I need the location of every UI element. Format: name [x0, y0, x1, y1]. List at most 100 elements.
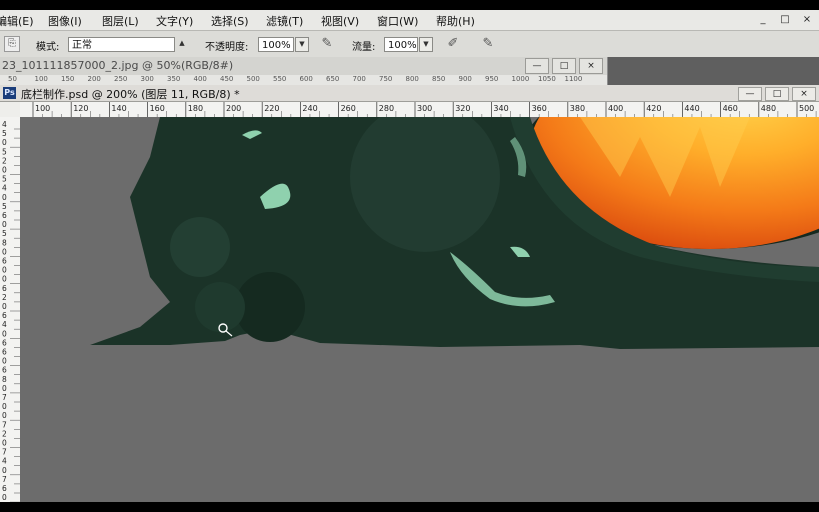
ruler-h-label: 320	[455, 104, 470, 113]
back-ruler-tick-label: 100	[34, 75, 48, 83]
ruler-v-label: 4	[2, 457, 7, 466]
ruler-v-label: 0	[2, 266, 7, 275]
ruler-v-label: 6	[2, 284, 7, 293]
ruler-v-label: 7	[2, 448, 7, 457]
ruler-origin-corner[interactable]	[0, 102, 21, 118]
app-minimize-button[interactable]: _	[755, 13, 771, 27]
letterbox-bottom	[0, 502, 819, 512]
tablet-pressure-opacity-icon[interactable]: ✎	[319, 36, 335, 52]
ruler-h-label: 260	[341, 104, 356, 113]
tablet-pressure-size-icon[interactable]: ✎	[480, 36, 496, 52]
flow-dropdown-button[interactable]: ▼	[419, 37, 433, 52]
menu-type[interactable]: 文字(Y)	[156, 13, 193, 29]
ruler-v-label: 6	[2, 211, 7, 220]
ruler-h-label: 280	[379, 104, 394, 113]
ruler-v-label: 0	[2, 166, 7, 175]
ruler-h-label: 380	[570, 104, 585, 113]
horizontal-ruler[interactable]: 100 120 140 160 180 200 220 240 260 280 300 320 340 3…	[20, 102, 819, 118]
ruler-v-label: 6	[2, 366, 7, 375]
airbrush-icon[interactable]: ✐	[445, 36, 461, 52]
back-ruler-tick-label: 950	[485, 75, 499, 83]
ruler-v-label: 0	[2, 138, 7, 147]
ruler-v-label: 0	[2, 384, 7, 393]
menu-image[interactable]: 图像(I)	[48, 13, 82, 29]
back-ruler-tick-label: 350	[167, 75, 181, 83]
ruler-h-label: 300	[417, 104, 432, 113]
menu-filter[interactable]: 滤镜(T)	[266, 13, 303, 29]
scroll-detail	[170, 217, 230, 277]
back-ruler-tick-label: 800	[405, 75, 419, 83]
ruler-h-label: 140	[111, 104, 126, 113]
mode-label: 模式:	[36, 42, 60, 53]
menu-help[interactable]: 帮助(H)	[436, 13, 475, 29]
ruler-h-label: 480	[761, 104, 776, 113]
back-ruler-tick-label: 850	[432, 75, 446, 83]
ruler-v-label: 0	[2, 466, 7, 475]
back-ruler-tick-label: 900	[458, 75, 472, 83]
mode-select[interactable]: 正常	[68, 37, 175, 52]
back-ruler-tick-label: 50	[8, 75, 17, 83]
back-ruler-tick-label: 600	[299, 75, 313, 83]
vertical-ruler[interactable]: 4505205405605806006206406606807007207407…	[0, 117, 21, 502]
back-document-ruler: 50 100 150 200 250 300 350 400 450 500 550 600 650 70…	[0, 75, 607, 85]
ruler-h-label: 500	[799, 104, 814, 113]
menu-edit[interactable]: 编辑(E)	[0, 13, 34, 29]
opacity-input[interactable]: 100%	[258, 37, 294, 52]
horizontal-ruler-ticks: 100 120 140 160 180 200 220 240 260 280 300 320 340 3…	[32, 102, 817, 117]
back-document-window: 23_101111857000_2.jpg @ 50%(RGB/8#) — □ × …	[0, 57, 608, 85]
menu-layer[interactable]: 图层(L)	[102, 13, 139, 29]
ruler-v-label: 8	[2, 238, 7, 247]
flow-label: 流量:	[352, 42, 376, 53]
ruler-v-label: 8	[2, 375, 7, 384]
ruler-v-label: 7	[2, 420, 7, 429]
ruler-v-label: 0	[2, 411, 7, 420]
photoshop-doc-icon: Ps	[3, 87, 16, 99]
menu-window[interactable]: 窗口(W)	[377, 13, 418, 29]
ruler-v-label: 7	[2, 475, 7, 484]
front-minimize-button[interactable]: —	[738, 87, 762, 101]
ruler-v-label: 5	[2, 229, 7, 238]
ruler-v-label: 0	[2, 193, 7, 202]
ruler-h-label: 400	[608, 104, 623, 113]
clone-stamp-tool-icon[interactable]: ⎘	[4, 36, 20, 52]
ruler-h-label: 160	[150, 104, 165, 113]
ruler-v-label: 5	[2, 175, 7, 184]
ruler-v-label: 0	[2, 357, 7, 366]
ruler-h-label: 200	[226, 104, 241, 113]
back-document-titlebar[interactable]: 23_101111857000_2.jpg @ 50%(RGB/8#) — □ ×	[0, 57, 607, 75]
document-canvas[interactable]	[20, 117, 819, 502]
app-close-button[interactable]: ×	[799, 13, 815, 27]
back-minimize-button[interactable]: —	[525, 58, 549, 74]
app-window-controls: _ □ ×	[749, 12, 815, 27]
ruler-v-label: 4	[2, 120, 7, 129]
back-ruler-tick-label: 400	[193, 75, 207, 83]
back-ruler-tick-label: 1100	[564, 75, 583, 83]
app-restore-button[interactable]: □	[777, 13, 793, 27]
ruler-v-label: 6	[2, 338, 7, 347]
flow-input[interactable]: 100%	[384, 37, 418, 52]
front-close-button[interactable]: ×	[792, 87, 816, 101]
ruler-v-label: 7	[2, 393, 7, 402]
canvas-artwork	[90, 117, 819, 349]
front-maximize-button[interactable]: □	[765, 87, 789, 101]
ruler-h-label: 420	[646, 104, 661, 113]
ruler-v-label: 0	[2, 302, 7, 311]
back-ruler-tick-label: 450	[220, 75, 234, 83]
ruler-h-label: 360	[532, 104, 547, 113]
mode-dropdown-arrow[interactable]: ▲	[175, 37, 189, 52]
back-ruler-tick-label: 650	[326, 75, 340, 83]
opacity-label: 不透明度:	[205, 42, 249, 53]
opacity-dropdown-button[interactable]: ▼	[295, 37, 309, 52]
ruler-v-label: 4	[2, 184, 7, 193]
ruler-v-label: 0	[2, 275, 7, 284]
menu-bar: 编辑(E) 图像(I) 图层(L) 文字(Y) 选择(S) 滤镜(T) 视图(V…	[0, 10, 819, 31]
back-close-button[interactable]: ×	[579, 58, 603, 74]
back-maximize-button[interactable]: □	[552, 58, 576, 74]
back-ruler-tick-label: 700	[352, 75, 366, 83]
ruler-h-label: 220	[264, 104, 279, 113]
ruler-v-label: 2	[2, 293, 7, 302]
menu-view[interactable]: 视图(V)	[321, 13, 359, 29]
back-ruler-tick-label: 1050	[538, 75, 556, 83]
menu-select[interactable]: 选择(S)	[211, 13, 249, 29]
front-document-titlebar[interactable]: Ps 底栏制作.psd @ 200% (图层 11, RGB/8) * — □ ×	[0, 85, 819, 102]
